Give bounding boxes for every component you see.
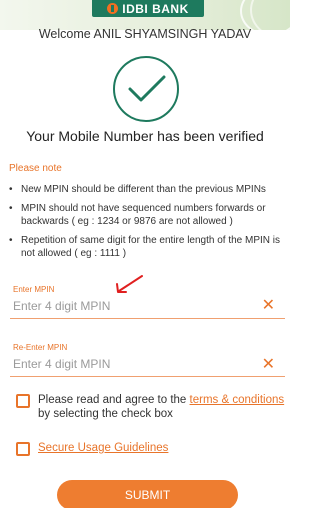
terms-row: Please read and agree to the terms & con…: [16, 393, 286, 421]
verification-message: Your Mobile Number has been verified: [26, 128, 264, 144]
reenter-mpin-underline: [10, 376, 285, 377]
mpin-input[interactable]: [13, 299, 253, 313]
guidelines-link[interactable]: Secure Usage Guidelines: [38, 442, 168, 454]
terms-link[interactable]: terms & conditions: [190, 394, 285, 406]
guidelines-text: Secure Usage Guidelines: [38, 441, 168, 455]
terms-prefix: Please read and agree to the: [38, 394, 190, 406]
verified-check-icon: [113, 56, 179, 122]
logo-mark-icon: [107, 3, 119, 14]
bank-logo: IDBI BANK: [92, 0, 204, 17]
welcome-text: Welcome ANIL SHYAMSINGH YADAV: [38, 27, 252, 41]
mpin-field: Enter MPIN ✕: [10, 285, 285, 319]
note-item: Repetition of same digit for the entire …: [9, 234, 284, 261]
submit-button[interactable]: SUBMIT: [57, 480, 238, 508]
reenter-mpin-input[interactable]: [13, 357, 253, 371]
guidelines-row: Secure Usage Guidelines: [16, 441, 286, 456]
clear-reenter-mpin-icon[interactable]: ✕: [262, 357, 275, 373]
terms-text: Please read and agree to the terms & con…: [38, 393, 286, 421]
mpin-underline: [10, 318, 285, 319]
note-title: Please note: [9, 163, 62, 174]
note-item: New MPIN should be different than the pr…: [9, 183, 284, 197]
annotation-arrow-icon: [116, 275, 143, 293]
reenter-mpin-field: Re-Enter MPIN ✕: [10, 343, 285, 377]
clear-mpin-icon[interactable]: ✕: [262, 298, 275, 314]
banner-decoration: [250, 0, 290, 30]
terms-checkbox[interactable]: [16, 394, 30, 408]
mpin-label: Enter MPIN: [13, 285, 55, 294]
terms-suffix: by selecting the check box: [38, 408, 173, 420]
reenter-mpin-label: Re-Enter MPIN: [13, 343, 68, 352]
logo-text: IDBI BANK: [122, 1, 189, 16]
note-list: New MPIN should be different than the pr…: [9, 183, 284, 266]
guidelines-checkbox[interactable]: [16, 442, 30, 456]
note-item: MPIN should not have sequenced numbers f…: [9, 202, 284, 229]
